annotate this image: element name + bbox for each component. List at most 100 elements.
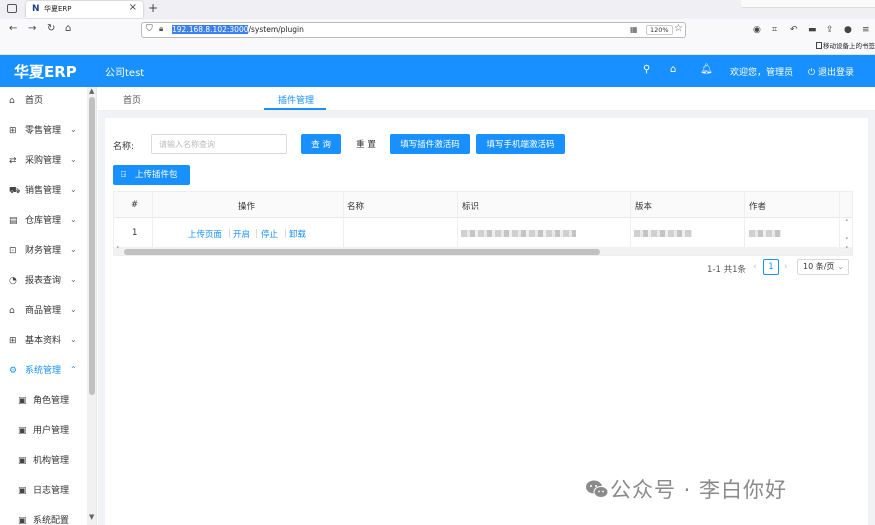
scroll-up-icon[interactable]: ˄ [845,219,849,227]
scroll-left-icon[interactable]: ˂ [116,246,120,254]
query-button[interactable]: 查 询 [301,134,341,154]
company-name: 公司test [105,68,145,79]
reload-icon[interactable]: ↻ [47,23,55,34]
plugin-activation-button[interactable]: 填写插件激活码 [390,134,470,154]
page-size-select[interactable]: 10 条/页 ⌄ [797,259,849,275]
share-icon[interactable]: ⇪ [826,25,834,35]
sidebar-item-config[interactable]: ▣ 系统配置 [0,507,86,525]
page-size-value: 10 条/页 [803,262,835,271]
search-icon[interactable]: ⚲ [643,64,650,75]
sidebar-item-basic-data[interactable]: ⊞ 基本资料 ⌄ [0,327,86,357]
name-label: 名称: [113,142,135,152]
action-divider [256,229,257,238]
sidebar-scrollbar-thumb[interactable] [89,97,95,395]
mobile-bookmarks[interactable]: 移动设备上的书签 [816,40,875,50]
sidebar-item-retail[interactable]: ⊞ 零售管理 ⌄ [0,117,86,147]
tab-plugin-management[interactable]: 插件管理 [278,93,314,106]
current-page[interactable]: 1 [763,259,779,275]
url-text[interactable]: 192.168.8.102:3000/system/plugin [172,25,304,35]
chevron-down-icon: ⌄ [70,215,77,224]
sidebar-item-purchase[interactable]: ⇄ 采购管理 ⌄ [0,147,86,177]
close-tab-icon[interactable]: × [129,2,137,13]
upload-page-link[interactable]: 上传页面 [188,228,222,240]
reset-button[interactable]: 重 置 [348,134,384,154]
prev-page-icon[interactable]: ‹ [753,262,757,272]
tab-home[interactable]: 首页 [123,93,141,106]
undo-icon[interactable]: ↶ [790,25,798,35]
mobile-activation-button[interactable]: 填写手机端激活码 [476,134,565,154]
sidebar-item-warehouse[interactable]: ▤ 仓库管理 ⌄ [0,207,86,237]
address-bar[interactable]: ⛉ 🔒︎ 192.168.8.102:3000/system/plugin ▦ … [141,22,686,38]
chevron-down-icon: ⌄ [837,262,844,271]
gear-icon: ⚙ [9,366,18,376]
window-menu-icon[interactable] [7,4,17,13]
scroll-up-icon[interactable]: ▲ [89,87,94,95]
sidebar-item-products[interactable]: ⌂ 商品管理 ⌄ [0,297,86,327]
active-tab-indicator [264,108,326,110]
sidebar-item-system[interactable]: ⚙ 系统管理 ⌃ [0,357,86,387]
plugin-card: 名称: 查 询 重 置 填写插件激活码 填写手机端激活码 ⍈ 上传插件包 # 操… [105,118,868,525]
folder-icon [816,42,822,49]
page-tabs: 首页 插件管理 [98,87,875,111]
stop-link[interactable]: 停止 [261,228,278,240]
window-controls-area [741,0,875,8]
scroll-down-icon[interactable]: ▼ [89,513,94,521]
sidebar-item-home[interactable]: ⌂ 首页 [0,87,86,117]
scroll-down-icon[interactable]: ˅ [845,237,849,245]
finance-icon: ⊡ [9,246,17,256]
home-icon[interactable]: ⌂ [65,23,71,34]
tab-title: 华夏ERP [44,5,72,13]
chevron-down-icon: ⌄ [70,335,77,344]
sidebar-item-logs[interactable]: ▣ 日志管理 [0,477,86,507]
lock-icon[interactable]: 🔒︎ [159,24,163,34]
upload-plugin-button[interactable]: ⍈ 上传插件包 [113,165,190,185]
scroll-right-icon[interactable]: ˃ [845,246,849,254]
enable-link[interactable]: 开启 [233,228,250,240]
browser-tab[interactable]: N 华夏ERP × [26,1,143,18]
sidebar-item-orgs[interactable]: ▣ 机构管理 [0,447,86,477]
url-path: /system/plugin [248,25,304,34]
chevron-down-icon: ⌄ [70,125,77,134]
brand-logo[interactable]: 华夏ERP [14,61,77,82]
account-icon[interactable]: ◉ [753,25,761,35]
col-header-author: 作者 [749,202,767,212]
table-scrollbar-thumb[interactable] [124,249,600,255]
bell-icon[interactable]: 🔔︎ [700,64,713,75]
shop-icon: ⌂ [9,306,15,316]
sidebar-item-roles[interactable]: ▣ 角色管理 [0,387,86,417]
screenshot-icon[interactable]: ▬ [808,25,817,35]
wechat-logo-icon [586,480,609,498]
name-search-input[interactable] [151,134,287,154]
forward-icon[interactable]: → [28,23,36,34]
qr-code-icon[interactable]: ▦ [630,25,638,34]
version-redacted [634,230,692,237]
table-header: # 操作 名称 标识 版本 作者 [114,192,852,218]
logout-label: 退出登录 [817,68,854,78]
sidebar-item-reports[interactable]: ◔ 报表查询 ⌄ [0,267,86,297]
retail-icon: ⊞ [9,126,17,136]
logout-button[interactable]: ⏻ 退出登录 [808,65,854,78]
col-header-index: # [131,200,139,210]
next-page-icon[interactable]: › [784,262,788,272]
sidebar-item-label: 基本资料 [25,336,62,346]
back-icon[interactable]: ← [9,23,17,34]
shield-icon[interactable]: ⛉ [146,24,153,34]
browser-tab-bar: N 华夏ERP × + [0,0,875,19]
profile-icon[interactable]: ● [844,25,852,35]
zoom-level[interactable]: 120% [646,25,673,35]
uninstall-link[interactable]: 卸载 [289,228,306,240]
new-tab-icon[interactable]: + [148,1,158,15]
bank-icon[interactable]: ⌂ [670,64,676,75]
extension-icon[interactable]: ⌗ [772,25,777,35]
sidebar-item-finance[interactable]: ⊡ 财务管理 ⌄ [0,237,86,267]
sidebar-item-label: 商品管理 [25,306,62,316]
col-header-identifier: 标识 [462,202,480,212]
menu-icon[interactable]: ≡ [862,25,870,35]
sidebar-item-users[interactable]: ▣ 用户管理 [0,417,86,447]
watermark-text: 公众号 · 李白你好 [610,478,788,502]
sidebar-item-sales[interactable]: ⛟ 销售管理 ⌄ [0,177,86,207]
star-icon[interactable]: ☆ [674,23,683,34]
url-host: 192.168.8.102:3000 [172,25,249,34]
sidebar-item-label: 采购管理 [25,156,62,166]
col-header-version: 版本 [635,202,653,212]
